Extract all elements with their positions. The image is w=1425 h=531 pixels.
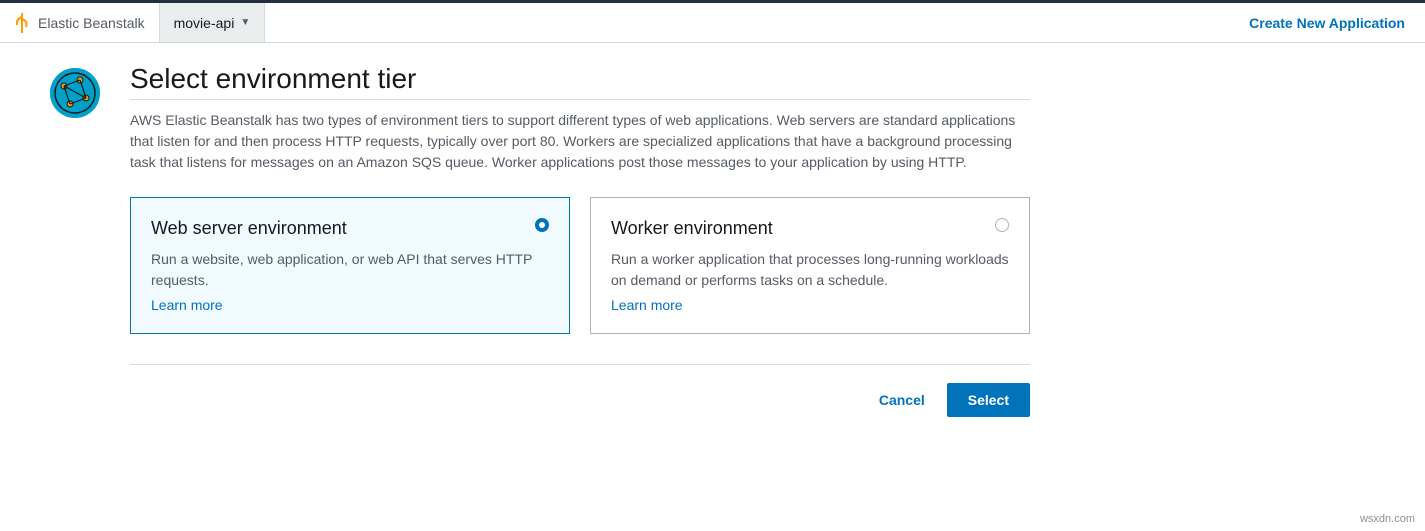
tier-worker-desc: Run a worker application that processes … — [611, 249, 1009, 291]
content: Select environment tier AWS Elastic Bean… — [0, 43, 1425, 437]
tier-worker-title: Worker environment — [611, 218, 1009, 239]
title-rule — [130, 99, 1030, 100]
chevron-down-icon: ▼ — [240, 17, 250, 28]
learn-more-web[interactable]: Learn more — [151, 297, 223, 313]
tier-web-server[interactable]: Web server environment Run a website, we… — [130, 197, 570, 334]
button-row: Cancel Select — [130, 383, 1030, 417]
select-button[interactable]: Select — [947, 383, 1030, 417]
icon-column — [20, 63, 130, 417]
tier-web-desc: Run a website, web application, or web A… — [151, 249, 549, 291]
breadcrumb-service-label: Elastic Beanstalk — [38, 15, 145, 31]
breadcrumb-service[interactable]: Elastic Beanstalk — [0, 3, 160, 42]
tier-options: Web server environment Run a website, we… — [130, 197, 1030, 334]
beanstalk-icon — [14, 13, 30, 33]
main-column: Select environment tier AWS Elastic Bean… — [130, 63, 1030, 417]
create-new-application-link[interactable]: Create New Application — [1229, 15, 1425, 31]
tier-web-title: Web server environment — [151, 218, 549, 239]
breadcrumb-app-label: movie-api — [174, 15, 235, 31]
tier-worker[interactable]: Worker environment Run a worker applicat… — [590, 197, 1030, 334]
radio-worker[interactable] — [995, 218, 1009, 232]
page-title: Select environment tier — [130, 63, 1030, 95]
radio-web-server[interactable] — [535, 218, 549, 232]
environment-icon — [50, 68, 100, 118]
breadcrumb-bar: Elastic Beanstalk movie-api ▼ Create New… — [0, 3, 1425, 43]
page-description: AWS Elastic Beanstalk has two types of e… — [130, 110, 1030, 173]
cancel-button[interactable]: Cancel — [875, 384, 929, 416]
footer-rule — [130, 364, 1030, 365]
learn-more-worker[interactable]: Learn more — [611, 297, 683, 313]
watermark: wsxdn.com — [1360, 513, 1415, 525]
breadcrumb-app[interactable]: movie-api ▼ — [160, 3, 266, 42]
